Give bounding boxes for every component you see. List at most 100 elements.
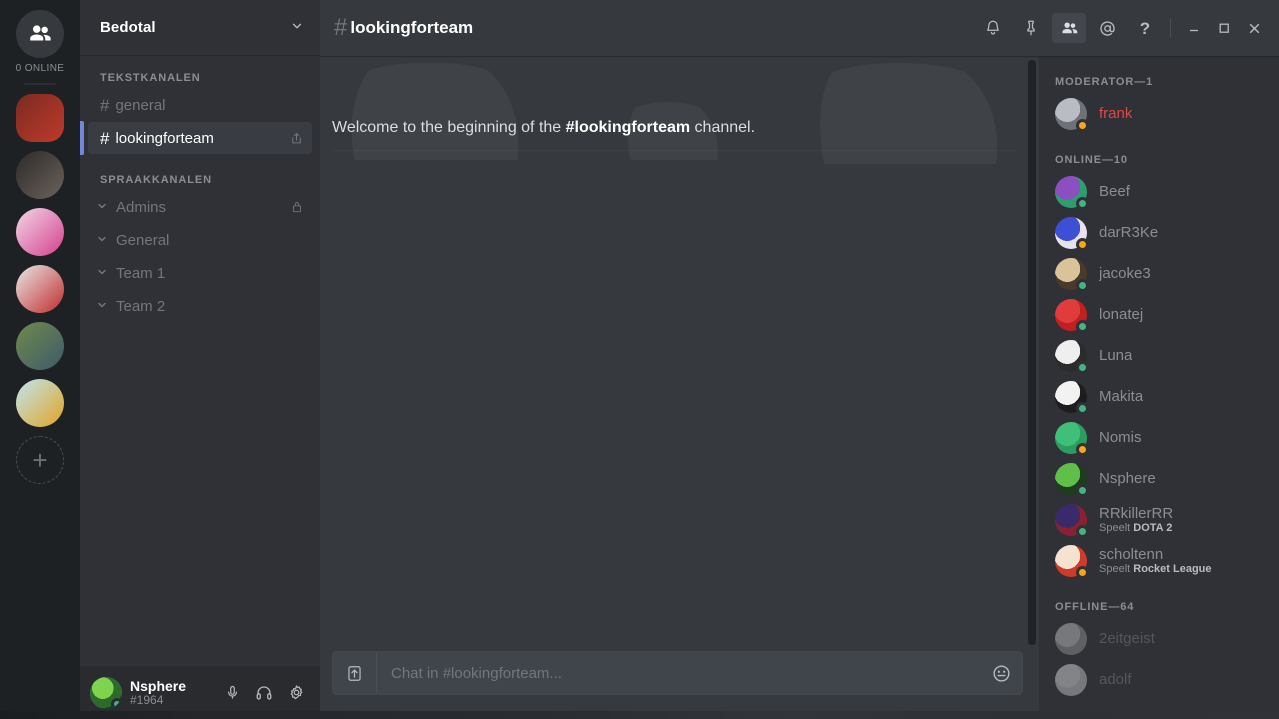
avatar[interactable]: [1055, 217, 1089, 251]
topbar-icons: ?: [974, 13, 1269, 43]
chevron-down-icon: [96, 266, 108, 281]
member-row[interactable]: darR3Ke: [1047, 213, 1271, 253]
member-text: lonatej: [1099, 306, 1143, 323]
voice-channel-name: Admins: [116, 198, 167, 216]
member-row[interactable]: Makita: [1047, 377, 1271, 417]
server-icon-rd2l[interactable]: [16, 265, 64, 313]
member-name: darR3Ke: [1099, 224, 1159, 242]
status-badge: [1076, 361, 1089, 374]
mention-icon[interactable]: [1090, 13, 1124, 43]
rail-divider: [24, 83, 56, 85]
voice-channel-item-admins[interactable]: Admins: [88, 191, 312, 223]
member-text: Makita: [1099, 388, 1143, 405]
member-name: Nomis: [1099, 429, 1142, 447]
help-icon[interactable]: ?: [1128, 13, 1162, 43]
member-text: jacoke3: [1099, 265, 1151, 282]
emoji-icon[interactable]: [980, 652, 1022, 694]
pin-icon[interactable]: [1014, 13, 1048, 43]
microphone-icon[interactable]: [216, 677, 248, 709]
username: Nsphere: [130, 677, 187, 694]
headphones-icon[interactable]: [248, 677, 280, 709]
guild-name: Bedotal: [100, 19, 156, 36]
welcome-prefix: Welcome to the beginning of the: [332, 119, 566, 136]
channel-item-general[interactable]: # general: [88, 89, 312, 121]
channel-name: general: [115, 96, 166, 114]
invite-icon[interactable]: [289, 131, 304, 146]
server-icon-map[interactable]: [16, 322, 64, 370]
home-button[interactable]: [16, 10, 64, 58]
avatar[interactable]: [1055, 98, 1089, 132]
member-row[interactable]: Nomis: [1047, 418, 1271, 458]
user-identity[interactable]: Nsphere #1964: [130, 678, 216, 708]
member-row[interactable]: adolf: [1047, 660, 1271, 700]
chevron-down-icon: [96, 233, 108, 248]
minimize-button[interactable]: [1179, 14, 1209, 42]
bell-icon[interactable]: [976, 13, 1010, 43]
avatar[interactable]: [1055, 258, 1089, 292]
lock-icon[interactable]: [290, 200, 304, 214]
avatar[interactable]: [1055, 623, 1087, 655]
avatar[interactable]: [1055, 422, 1089, 456]
member-row[interactable]: scholtenn Speelt Rocket League: [1047, 541, 1271, 581]
server-list: [16, 94, 64, 436]
composer-area: [320, 651, 1039, 719]
status-badge: [1076, 279, 1089, 292]
member-text: adolf: [1099, 671, 1132, 688]
voice-channel-item-team-1[interactable]: Team 1: [88, 257, 312, 289]
member-group-label: MODERATOR—1: [1055, 76, 1154, 88]
messages-scrollbar[interactable]: [1028, 60, 1036, 645]
message-input[interactable]: [377, 664, 980, 682]
member-row[interactable]: 2eitgeist: [1047, 619, 1271, 659]
avatar[interactable]: [1055, 176, 1089, 210]
member-row[interactable]: jacoke3: [1047, 254, 1271, 294]
avatar[interactable]: [1055, 463, 1089, 497]
server-icon-pink[interactable]: [16, 208, 64, 256]
member-group-label: ONLINE—10: [1055, 154, 1128, 166]
avatar[interactable]: [90, 676, 122, 709]
scrollbar-thumb[interactable]: [1028, 60, 1036, 645]
add-server-button[interactable]: +: [16, 436, 64, 484]
text-channel-group: # general # lookingforteam: [80, 89, 320, 155]
close-button[interactable]: [1239, 14, 1269, 42]
avatar-image: [1055, 664, 1087, 696]
avatar-image: [1055, 623, 1087, 655]
member-text: 2eitgeist: [1099, 630, 1155, 647]
voice-channel-item-general[interactable]: General: [88, 224, 312, 256]
member-name: adolf: [1099, 671, 1132, 689]
activity-prefix: Speelt: [1099, 563, 1134, 576]
member-activity: Speelt DOTA 2: [1099, 522, 1173, 535]
avatar[interactable]: [1055, 340, 1089, 374]
category-text-channels[interactable]: TEKSTKANALEN: [80, 72, 320, 84]
server-icon-dota[interactable]: [16, 94, 64, 142]
avatar[interactable]: [1055, 381, 1089, 415]
status-badge: [1076, 443, 1089, 456]
server-icon-anime[interactable]: [16, 151, 64, 199]
member-row[interactable]: Luna: [1047, 336, 1271, 376]
chevron-down-icon: [96, 200, 108, 215]
voice-channel-item-team-2[interactable]: Team 2: [88, 290, 312, 322]
category-voice-channels[interactable]: SPRAAKKANALEN: [80, 174, 320, 186]
channel-name: lookingforteam: [115, 129, 214, 147]
member-row[interactable]: frank: [1047, 94, 1271, 134]
member-group-label: OFFLINE—64: [1055, 601, 1135, 613]
member-name: Makita: [1099, 388, 1144, 406]
avatar[interactable]: [1055, 504, 1089, 538]
members-icon[interactable]: [1052, 13, 1086, 43]
member-row[interactable]: Beef: [1047, 172, 1271, 212]
member-row[interactable]: lonatej: [1047, 295, 1271, 335]
server-icon-pepe[interactable]: [16, 379, 64, 427]
guild-header[interactable]: Bedotal: [80, 0, 320, 56]
member-activity: Speelt Rocket League: [1099, 563, 1212, 576]
member-text: scholtenn Speelt Rocket League: [1099, 546, 1212, 576]
voice-channel-group: Admins General Team 1 Team 2: [80, 191, 320, 322]
upload-icon[interactable]: [333, 652, 377, 694]
avatar[interactable]: [1055, 664, 1087, 696]
member-row[interactable]: Nsphere: [1047, 459, 1271, 499]
maximize-button[interactable]: [1209, 14, 1239, 42]
member-row[interactable]: RRkillerRR Speelt DOTA 2: [1047, 500, 1271, 540]
member-name: scholtenn: [1099, 546, 1164, 564]
gear-icon[interactable]: [280, 677, 312, 709]
avatar[interactable]: [1055, 545, 1089, 579]
channel-item-lookingforteam[interactable]: # lookingforteam: [80, 121, 312, 155]
avatar[interactable]: [1055, 299, 1089, 333]
